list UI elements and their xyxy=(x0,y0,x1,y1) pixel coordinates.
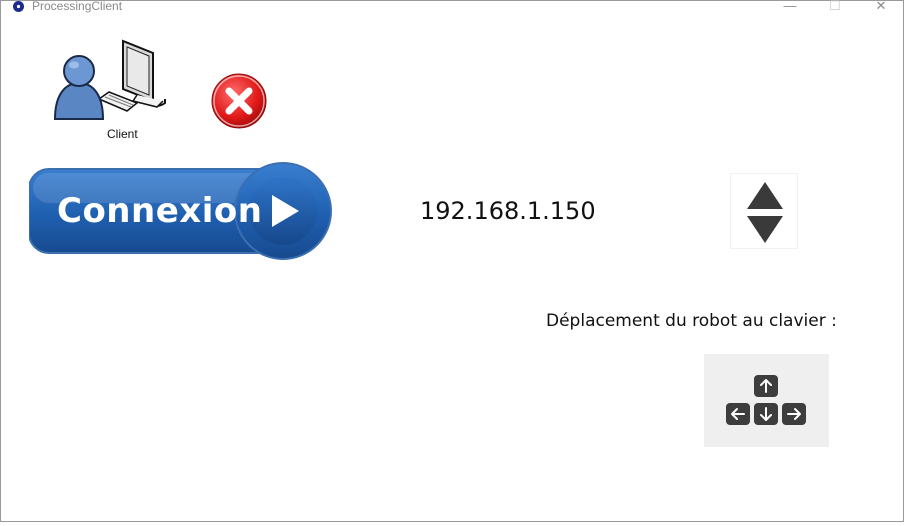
arrow-right-key xyxy=(782,403,806,425)
red-x-icon xyxy=(211,73,267,129)
arrow-keys-panel xyxy=(704,354,829,447)
arrow-left-key xyxy=(726,403,750,425)
ip-stepper xyxy=(730,173,798,249)
arrow-down-key xyxy=(754,403,778,425)
client-label: Client xyxy=(107,127,138,141)
title-bar[interactable]: ProcessingClient — ☐ ✕ xyxy=(1,0,903,15)
user-computer-icon xyxy=(53,39,166,120)
minimize-button[interactable]: — xyxy=(775,0,805,15)
close-button[interactable]: ✕ xyxy=(866,0,896,15)
window-title: ProcessingClient xyxy=(32,0,123,13)
triangle-up-icon xyxy=(747,182,783,209)
maximize-button[interactable]: ☐ xyxy=(820,0,850,15)
triangle-down-icon xyxy=(747,216,783,243)
arrow-up-icon xyxy=(760,379,772,393)
arrow-down-icon xyxy=(760,407,772,421)
arrow-left-icon xyxy=(731,408,745,420)
connect-button[interactable] xyxy=(29,161,333,261)
ip-address-display: 192.168.1.150 xyxy=(420,197,596,225)
processing-app-icon xyxy=(13,1,24,12)
app-window: ProcessingClient — ☐ ✕ Client Connexion … xyxy=(0,0,904,522)
arrow-right-icon xyxy=(787,408,801,420)
arrow-up-key xyxy=(754,375,778,397)
keyboard-control-label: Déplacement du robot au clavier : xyxy=(546,311,837,331)
stepper-up-button[interactable] xyxy=(731,174,797,212)
stepper-down-button[interactable] xyxy=(731,212,797,250)
